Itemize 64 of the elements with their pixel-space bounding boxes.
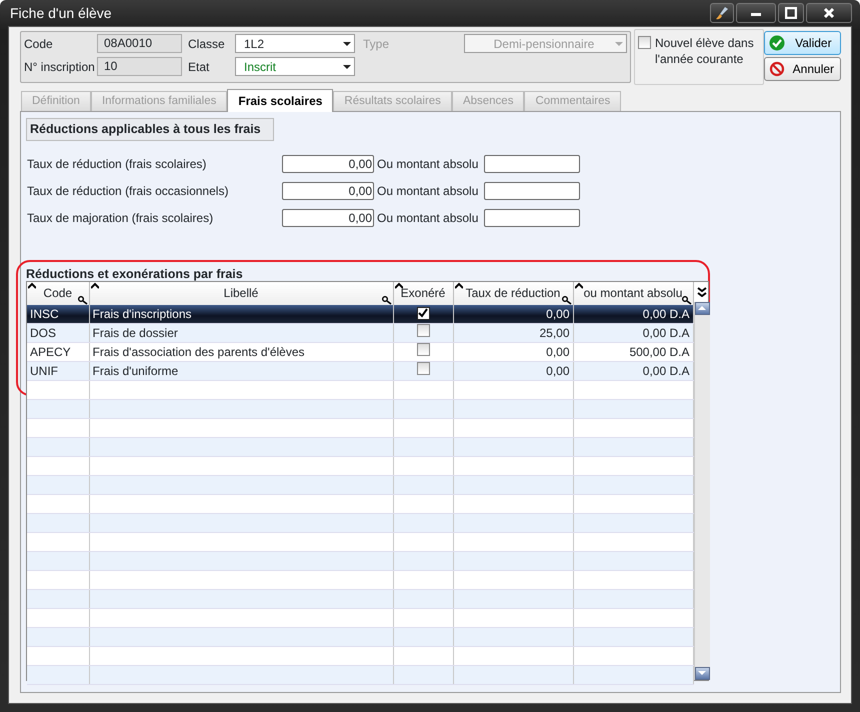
magnifier-icon	[682, 296, 692, 305]
amount-field[interactable]	[484, 182, 580, 200]
close-icon	[823, 7, 835, 19]
brush-icon	[714, 5, 730, 21]
field-label: Type	[363, 36, 390, 53]
tab[interactable]: Frais scolaires	[227, 89, 334, 112]
class-dropdown[interactable]: 1L2	[235, 34, 355, 53]
amount-field[interactable]	[484, 155, 580, 174]
field-label: Taux de réduction (frais occasionnels)	[26, 183, 230, 200]
checkbox-label: Nouvel élève dans l'année courante	[655, 35, 755, 68]
prohibited-icon	[768, 61, 785, 77]
field-label: N° inscription	[24, 59, 96, 76]
scroll-down-button[interactable]	[694, 666, 710, 680]
expand-icon[interactable]	[696, 286, 706, 297]
maximize-button[interactable]	[778, 3, 804, 23]
magnifier-icon	[562, 296, 572, 305]
validate-button[interactable]: Valider	[764, 31, 841, 55]
table-row[interactable]: DOS Frais de dossier 25,00 0,00 D.A	[27, 324, 693, 343]
inscription-field: 10	[97, 57, 182, 76]
column-header[interactable]: Exonéré	[393, 282, 453, 305]
code-field: 08A0010	[97, 34, 182, 53]
scroll-up-button[interactable]	[694, 302, 710, 315]
check-icon	[418, 308, 428, 318]
column-header[interactable]: ou montant absolu	[573, 282, 693, 305]
check-circle-icon	[768, 35, 785, 51]
field-label: Ou montant absolu	[376, 183, 480, 200]
rate-field[interactable]: 0,00	[282, 209, 374, 228]
field-label: Ou montant absolu	[376, 156, 480, 174]
close-button[interactable]	[806, 3, 852, 23]
rate-field[interactable]: 0,00	[282, 155, 374, 174]
dropdown-arrow-icon	[615, 42, 623, 46]
checkbox[interactable]	[416, 324, 430, 338]
minimize-button[interactable]	[736, 3, 776, 23]
field-label: Taux de réduction (frais scolaires)	[26, 156, 208, 174]
amount-field[interactable]	[484, 209, 580, 228]
scrollbar[interactable]	[694, 302, 710, 680]
magnifier-icon	[382, 296, 392, 305]
field-label: Taux de majoration (frais scolaires)	[26, 210, 214, 228]
dropdown-arrow-icon	[343, 64, 351, 68]
column-header[interactable]: Libellé	[89, 282, 393, 305]
cancel-button[interactable]: Annuler	[764, 57, 841, 81]
dropdown-arrow-icon	[343, 42, 351, 46]
status-dropdown[interactable]: Inscrit	[235, 57, 355, 76]
magnifier-icon	[78, 296, 88, 305]
up-arrow-icon	[698, 306, 706, 310]
rate-field[interactable]: 0,00	[282, 182, 374, 200]
checkbox[interactable]	[416, 343, 430, 356]
field-label: Ou montant absolu	[376, 210, 480, 228]
table-row[interactable]: UNIF Frais d'uniforme 0,00 0,00 D.A	[27, 362, 693, 381]
section-title: Réductions applicables à tous les frais	[26, 118, 274, 141]
field-label: Etat	[188, 59, 210, 76]
checkbox[interactable]	[416, 306, 430, 320]
column-header[interactable]: Taux de réduction	[453, 282, 573, 305]
maximize-icon	[785, 7, 797, 19]
window-title: Fiche d'un élève	[9, 4, 112, 22]
checkbox[interactable]	[638, 36, 651, 49]
table-row[interactable]: INSC Frais d'inscriptions 0,00 0,00 D.A	[27, 304, 693, 324]
checkbox[interactable]	[416, 362, 430, 376]
section-title: Réductions et exonérations par frais	[26, 266, 244, 281]
field-label: Code	[24, 36, 54, 53]
down-arrow-icon	[698, 671, 706, 676]
brush-button[interactable]	[710, 3, 734, 23]
field-label: Classe	[188, 36, 226, 53]
column-header[interactable]: Code	[27, 282, 89, 305]
